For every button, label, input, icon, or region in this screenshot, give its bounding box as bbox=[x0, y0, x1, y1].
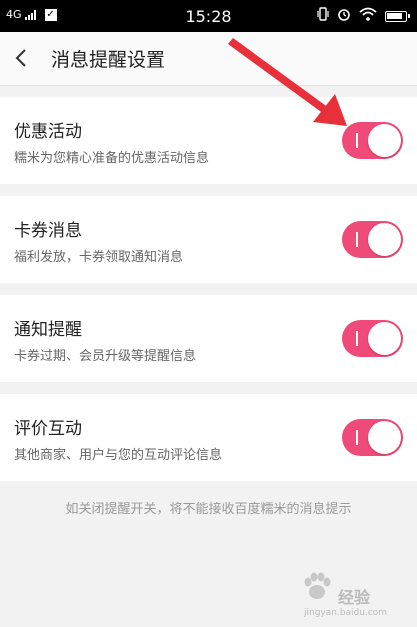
paw-logo-icon bbox=[304, 572, 331, 599]
watermark-text: 经验 bbox=[338, 588, 371, 607]
reminders-toggle[interactable] bbox=[342, 320, 403, 357]
vibrate-icon bbox=[317, 7, 329, 25]
watermark-url: jingyan.baidu.com bbox=[304, 608, 388, 618]
page-title: 消息提醒设置 bbox=[51, 49, 166, 71]
setting-title: 通知提醒 bbox=[14, 320, 82, 340]
setting-description: 福利发放，卡券领取通知消息 bbox=[14, 250, 184, 265]
chevron-left-icon bbox=[15, 49, 26, 67]
setting-title: 优惠活动 bbox=[14, 122, 82, 142]
battery-icon bbox=[385, 10, 410, 22]
setting-row-reviews: 评价互动 其他商家、用户与您的互动评论信息 bbox=[0, 394, 417, 481]
wifi-icon bbox=[359, 7, 377, 25]
setting-title: 评价互动 bbox=[14, 419, 82, 439]
setting-description: 其他商家、用户与您的互动评论信息 bbox=[14, 448, 223, 463]
back-button[interactable] bbox=[8, 42, 38, 74]
coupons-toggle[interactable] bbox=[342, 221, 403, 258]
setting-description: 糯米为您精心准备的优惠活动信息 bbox=[14, 151, 210, 166]
reviews-toggle[interactable] bbox=[342, 419, 403, 456]
footer-note: 如关闭提醒开关，将不能接收百度糯米的消息提示 bbox=[65, 502, 352, 517]
alarm-icon bbox=[337, 7, 351, 25]
status-bar: 4G ✓ 15:28 bbox=[0, 0, 417, 32]
watermark: 经验 jingyan.baidu.com bbox=[290, 566, 410, 622]
setting-description: 卡券过期、会员升级等提醒信息 bbox=[14, 349, 197, 364]
setting-title: 卡券消息 bbox=[14, 221, 82, 241]
annotation-arrow-icon bbox=[228, 38, 347, 126]
status-right bbox=[317, 7, 410, 25]
setting-row-reminders: 通知提醒 卡券过期、会员升级等提醒信息 bbox=[0, 295, 417, 382]
setting-row-coupons: 卡券消息 福利发放，卡券领取通知消息 bbox=[0, 196, 417, 283]
